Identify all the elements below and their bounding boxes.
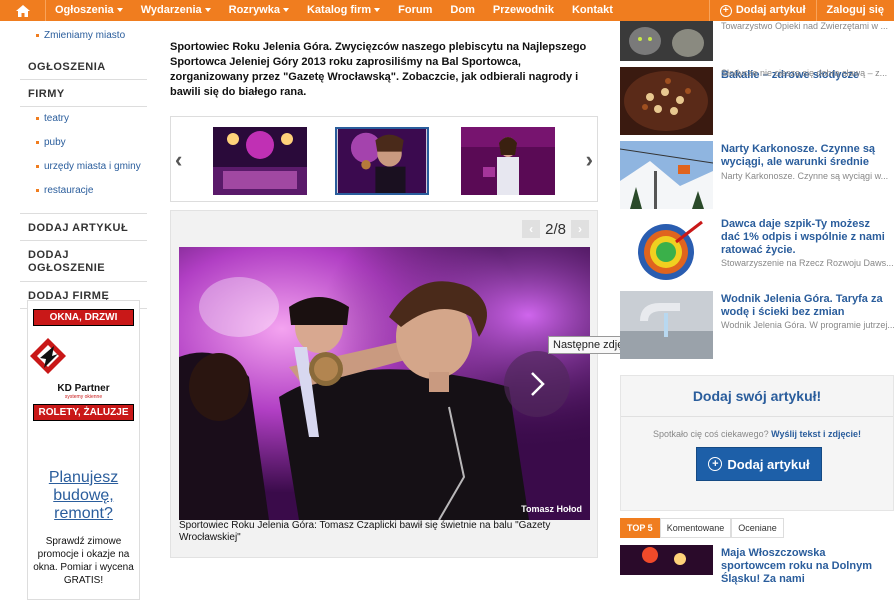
submit-text: Spotkało cię coś ciekawego? Wyślij tekst… — [653, 429, 861, 439]
home-button[interactable] — [0, 0, 46, 21]
firmy-list: teatry puby urzędy miasta i gminy restaurac… — [20, 107, 147, 213]
related-article-desc: Stowarzyszenie na Rzecz Rozwoju Daws... — [721, 258, 894, 268]
related-article-desc: Narty Karkonosze. Czynne są wyciągi w... — [721, 171, 889, 181]
nav-item-wydarzenia[interactable]: Wydarzenia — [132, 0, 220, 21]
ad-bottom-banner: ROLETY, ŻALUZJE — [33, 404, 134, 421]
photo-gallery: ‹ 2/8 › Następne zdjęcie Tomasz Hołod Sp… — [170, 210, 643, 558]
ad-text: Sprawdź zimowe promocje i okazje na okna… — [33, 536, 134, 586]
top5-article-title: Maja Włoszczowska sportowcem roku na Dol… — [721, 547, 872, 585]
related-article-desc: Wodnik Jelenia Góra. W programie jutrzej… — [721, 320, 894, 330]
related-article-0[interactable]: Towarzystwo Opieki nad Zwierzętami w ... — [620, 21, 894, 61]
photo-counter-text: 2/8 — [545, 220, 566, 238]
ad-brand-sub: systemy okienne — [64, 394, 103, 400]
login-link[interactable]: Zaloguj się — [815, 0, 894, 21]
nav-item-forum[interactable]: Forum — [389, 0, 441, 21]
caret-down-icon — [116, 8, 123, 13]
article-lead: Sportowiec Roku Jelenia Góra. Zwycięzców… — [170, 41, 587, 98]
plus-circle-icon: + — [719, 4, 732, 17]
nav-item-ogłoszenia[interactable]: Ogłoszenia — [46, 0, 132, 21]
next-photo-button[interactable]: › — [571, 220, 589, 238]
tab-komentowane[interactable]: Komentowane — [659, 518, 732, 538]
related-article-4[interactable]: Wodnik Jelenia Góra. Taryfa za wodę i śc… — [620, 291, 894, 361]
tab-top-5[interactable]: TOP 5 — [620, 518, 660, 538]
advertisement[interactable]: OKNA, DRZWI KD Partner systemy okienne R… — [27, 300, 140, 600]
prev-photo-button[interactable]: ‹ — [522, 220, 541, 238]
caret-down-icon — [204, 8, 211, 13]
kd-partner-logo — [30, 338, 66, 374]
submit-title: Dodaj swój artykuł! — [692, 388, 822, 404]
related-article-desc: Słodycze nie cieszą się dobrą sławą – z.… — [721, 68, 888, 78]
nav-item-przewodnik[interactable]: Przewodnik — [484, 0, 563, 21]
ranking-tabs: TOP 5 Komentowane Oceniane — [620, 518, 784, 538]
nav-item-dom[interactable]: Dom — [441, 0, 483, 21]
submit-article-box: Dodaj swój artykuł! Spotkało cię coś cie… — [620, 375, 894, 511]
ad-link[interactable]: Planujesz budowę, remont? — [28, 469, 139, 523]
target-photo — [620, 216, 713, 284]
left-sidebar: Zmieniamy miasto OGŁOSZENIA FIRMY teatry… — [20, 21, 147, 600]
change-city-link[interactable]: Zmieniamy miasto — [36, 30, 125, 41]
nav-item-kontakt[interactable]: Kontakt — [563, 0, 622, 21]
sidebar-firmy[interactable]: FIRMY — [20, 80, 147, 107]
next-photo-overlay-button[interactable] — [504, 351, 570, 417]
related-article-title: Wodnik Jelenia Góra. Taryfa za wodę i śc… — [721, 293, 883, 318]
sidebar-dodaj-ogloszenie[interactable]: DODAJ OGŁOSZENIE — [20, 241, 147, 282]
firmy-link[interactable]: puby — [36, 137, 147, 148]
related-article-2[interactable]: Narty Karkonosze. Czynne są wyciągi, ale… — [620, 141, 894, 211]
ad-brand: KD Partner — [57, 383, 110, 394]
photo-credit: Tomasz Hołod — [521, 504, 582, 514]
gala-photo — [620, 545, 713, 575]
caret-down-icon — [282, 8, 289, 13]
firmy-link[interactable]: restauracje — [36, 185, 147, 196]
related-article-desc: Towarzystwo Opieki nad Zwierzętami w ... — [721, 21, 889, 31]
related-article-1[interactable]: Bakalie – zdrowe słodycze Słodycze nie ci… — [620, 67, 894, 137]
thumb-next-arrow[interactable]: › — [586, 147, 593, 173]
gallery-thumb-2[interactable] — [335, 127, 429, 195]
tab-oceniane[interactable]: Oceniane — [731, 518, 784, 538]
cats-photo — [620, 21, 713, 61]
sidebar-dodaj-artykul[interactable]: DODAJ ARTYKUŁ — [20, 213, 147, 241]
firmy-link[interactable]: urzędy miasta i gminy — [36, 161, 147, 172]
ski-lift-photo — [620, 141, 713, 209]
thumb-prev-arrow[interactable]: ‹ — [175, 147, 182, 173]
ad-top-banner: OKNA, DRZWI — [33, 309, 134, 326]
submit-text-link[interactable]: Wyślij tekst i zdjęcie! — [771, 429, 861, 439]
gallery-thumb-3[interactable] — [461, 127, 555, 195]
nav-item-rozrywka[interactable]: Rozrywka — [220, 0, 298, 21]
nav-item-katalog-firm[interactable]: Katalog firm — [298, 0, 389, 21]
top-navigation-bar: Ogłoszenia Wydarzenia Rozrywka Katalog firm… — [0, 0, 894, 21]
related-article-title: Narty Karkonosze. Czynne są wyciągi, ale… — [721, 143, 876, 168]
photo-caption: Sportowiec Roku Jelenia Góra: Tomasz Cza… — [179, 520, 551, 543]
sidebar-ogloszenia[interactable]: OGŁOSZENIA — [20, 53, 147, 80]
faucet-photo — [620, 291, 713, 359]
related-article-3[interactable]: Dawca daje szpik-Ty możesz dać 1% odpis … — [620, 216, 894, 286]
related-article-title: Dawca daje szpik-Ty możesz dać 1% odpis … — [721, 218, 885, 256]
firmy-link[interactable]: teatry — [36, 113, 147, 124]
thumbnail-strip: ‹ › — [170, 116, 598, 202]
add-article-nav-button[interactable]: + Dodaj artykuł — [708, 0, 816, 21]
gallery-thumb-1[interactable] — [213, 127, 307, 195]
top5-article[interactable]: Maja Włoszczowska sportowcem roku na Dol… — [620, 545, 894, 585]
gallery-counter: ‹ 2/8 › — [522, 220, 589, 238]
nuts-photo — [620, 67, 713, 135]
caret-down-icon — [374, 8, 381, 13]
chevron-right-icon — [531, 372, 545, 396]
add-article-button[interactable]: + Dodaj artykuł — [696, 447, 822, 481]
home-icon — [15, 4, 30, 17]
submit-divider — [621, 416, 893, 417]
plus-circle-icon: + — [708, 457, 723, 471]
